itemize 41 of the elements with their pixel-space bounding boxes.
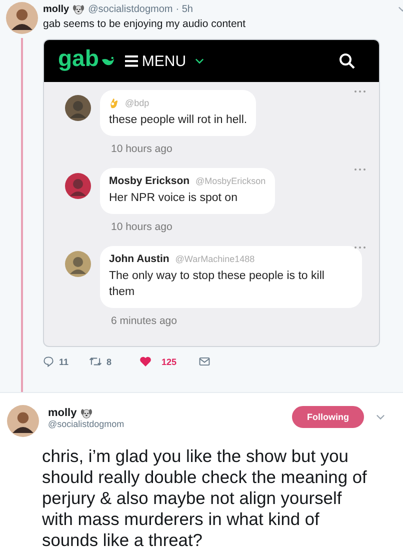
menu-label[interactable]: MENU bbox=[142, 52, 186, 70]
author-name[interactable]: John Austin bbox=[109, 253, 170, 265]
logo: gab bbox=[58, 45, 99, 72]
user-handle[interactable]: @socialistdogmom bbox=[48, 419, 124, 429]
following-button[interactable]: Following bbox=[292, 406, 364, 428]
avatar[interactable] bbox=[6, 2, 38, 34]
retweet-icon[interactable] bbox=[88, 356, 102, 367]
more-icon[interactable] bbox=[354, 246, 366, 249]
menu-icon[interactable] bbox=[124, 55, 138, 67]
author-name[interactable]: Mosby Erickson bbox=[109, 175, 190, 187]
tweet-text: gab seems to be enjoying my audio content bbox=[43, 18, 247, 30]
comment-text: The only way to stop these people is to kill them bbox=[109, 269, 326, 300]
embedded-screenshot[interactable] bbox=[43, 39, 380, 347]
avatar[interactable] bbox=[7, 405, 39, 437]
author-handle[interactable]: @WarMachine1488 bbox=[175, 254, 255, 264]
dog-icon bbox=[72, 4, 86, 14]
user-name[interactable]: molly bbox=[43, 4, 70, 14]
heart-icon[interactable] bbox=[140, 356, 151, 367]
chevron-icon[interactable] bbox=[195, 58, 204, 64]
reply-icon[interactable] bbox=[43, 356, 54, 367]
timestamp[interactable]: · 5h bbox=[176, 4, 193, 14]
comment-text: these people will rot in hell. bbox=[109, 113, 248, 128]
user-handle[interactable]: @socialistdogmom bbox=[88, 4, 173, 14]
avatar[interactable] bbox=[65, 95, 91, 121]
dog-icon bbox=[80, 408, 93, 418]
frog-icon bbox=[100, 56, 115, 66]
user-name[interactable]: molly bbox=[48, 407, 77, 419]
comment-time: 10 hours ago bbox=[111, 143, 174, 155]
comment-time: 6 minutes ago bbox=[111, 315, 178, 327]
avatar[interactable] bbox=[65, 173, 91, 199]
ok-hand-icon bbox=[109, 97, 119, 109]
comment-text: Her NPR voice is spot on bbox=[109, 191, 238, 206]
author-handle[interactable]: @MosbyErickson bbox=[196, 176, 266, 186]
mail-icon[interactable] bbox=[198, 356, 210, 367]
search-icon[interactable] bbox=[339, 53, 355, 69]
retweet-count: 8 bbox=[106, 356, 112, 366]
author-handle[interactable]: @bdp bbox=[125, 98, 150, 108]
comment-time: 10 hours ago bbox=[111, 221, 174, 233]
tweet-text: chris, i’m glad you like the show but you should really double check the meaning of perjury & also maybe not align yourself with mass murderers in what kind of sounds like a threat? bbox=[42, 446, 368, 551]
like-count: 125 bbox=[162, 356, 177, 366]
reply-count: 11 bbox=[59, 356, 69, 366]
